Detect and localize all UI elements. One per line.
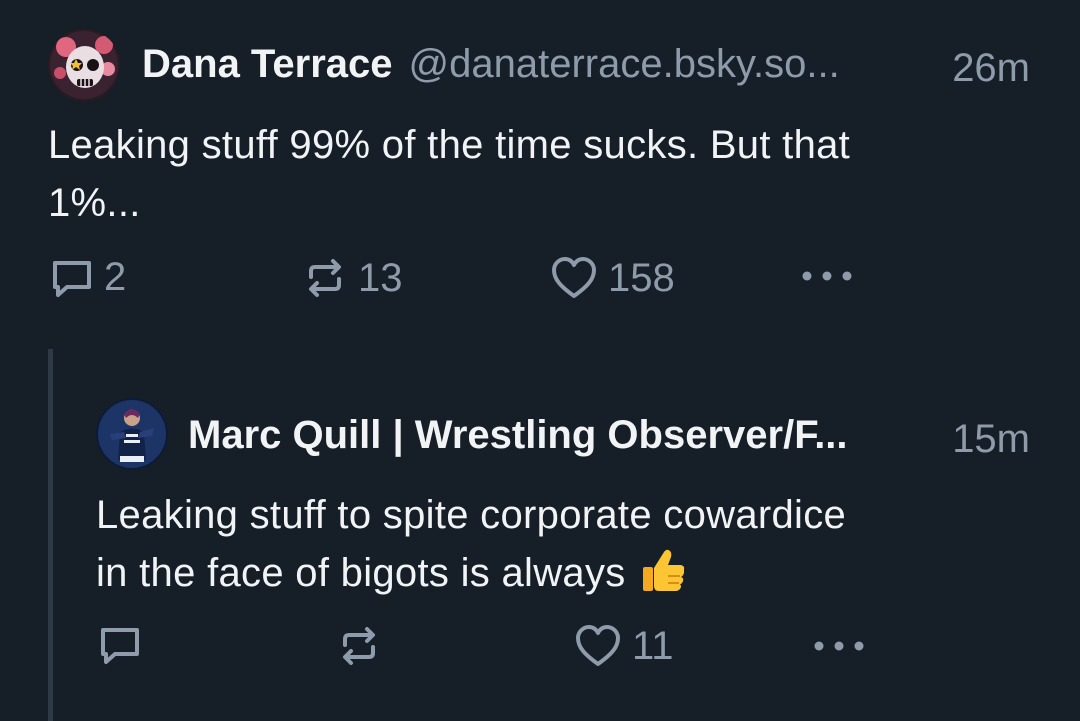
more-options-button[interactable] (812, 639, 866, 653)
heart-icon (574, 623, 622, 669)
author-name[interactable]: Marc Quill | Wrestling Observer/F... (188, 413, 848, 458)
reply-button[interactable] (98, 623, 152, 667)
reply-button[interactable]: 2 (50, 255, 126, 300)
repost-button[interactable]: 13 (302, 255, 403, 301)
repost-icon (336, 623, 382, 669)
like-button[interactable]: 158 (550, 255, 675, 301)
author-name[interactable]: Dana Terrace (142, 42, 393, 87)
skull-avatar-icon (48, 29, 120, 101)
post-marc-quill[interactable]: Marc Quill | Wrestling Observer/F... 15m… (0, 370, 1080, 721)
post-time[interactable]: 15m (952, 417, 1030, 462)
avatar[interactable] (48, 29, 120, 101)
post-text-line: Leaking stuff to spite corporate cowardi… (96, 493, 847, 537)
post-text-segment: in the face of bigots is always (96, 551, 626, 595)
post-header: Marc Quill | Wrestling Observer/F... (188, 413, 848, 458)
post-dana-terrace[interactable]: Dana Terrace @danaterrace.bsky.so... 26m… (0, 0, 1080, 340)
like-count: 158 (608, 255, 675, 300)
reply-icon (98, 623, 142, 667)
post-time[interactable]: 26m (952, 46, 1030, 91)
more-icon (800, 269, 854, 283)
repost-count: 13 (358, 255, 403, 300)
feed: Dana Terrace @danaterrace.bsky.so... 26m… (0, 0, 1080, 721)
more-icon (812, 639, 866, 653)
author-handle[interactable]: @danaterrace.bsky.so... (409, 42, 840, 87)
reply-icon (50, 256, 94, 300)
post-text-line: 1%... (48, 181, 141, 225)
repost-button[interactable] (336, 623, 392, 669)
like-button[interactable]: 11 (574, 623, 674, 669)
post-actions: 11 (0, 623, 1080, 683)
post-header: Dana Terrace @danaterrace.bsky.so... (142, 42, 840, 87)
post-text-line-with-emoji: in the face of bigots is always (96, 544, 846, 610)
heart-icon (550, 255, 598, 301)
wrestler-avatar-icon (96, 398, 168, 470)
reply-count: 2 (104, 255, 127, 299)
post-actions: 2 13 158 (0, 255, 1080, 315)
more-options-button[interactable] (800, 269, 854, 283)
post-text-line: Leaking stuff 99% of the time sucks. But… (48, 123, 851, 167)
repost-icon (302, 255, 348, 301)
avatar[interactable] (96, 398, 168, 470)
thumbs-up-emoji (640, 546, 686, 610)
post-text: Leaking stuff to spite corporate cowardi… (96, 486, 846, 610)
like-count: 11 (632, 623, 674, 668)
post-text: Leaking stuff 99% of the time sucks. But… (48, 116, 850, 232)
